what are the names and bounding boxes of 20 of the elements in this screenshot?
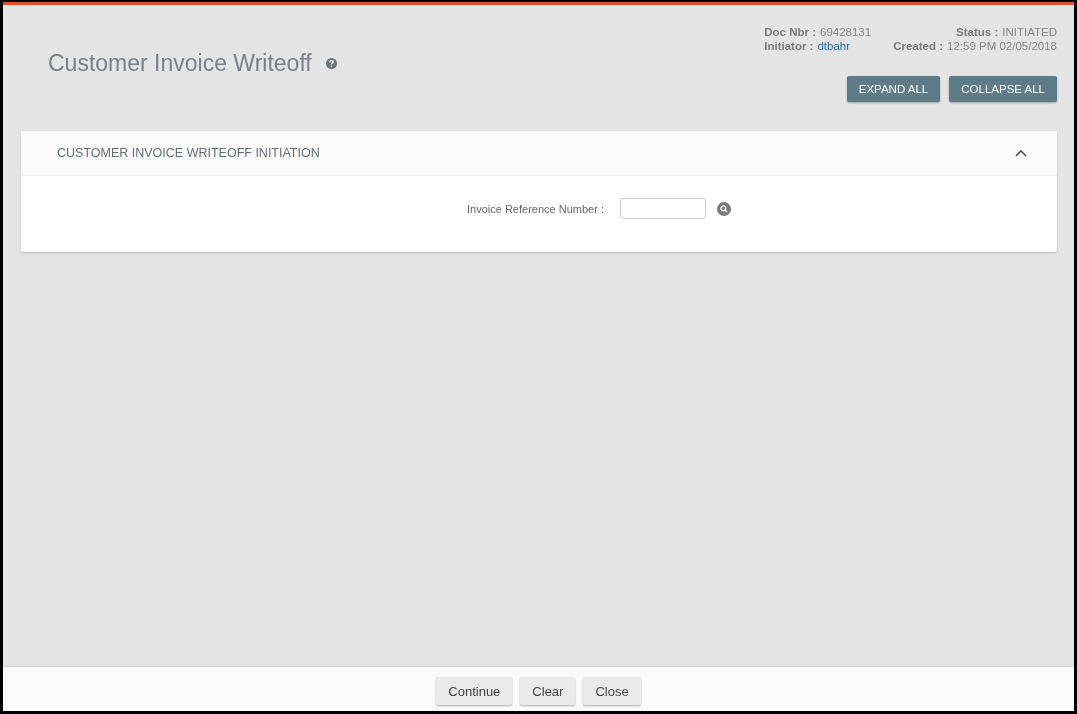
footer-button[interactable]: Continue xyxy=(436,677,513,705)
field-label: Invoice Reference Number : xyxy=(467,202,604,215)
info-value: 69428131 xyxy=(820,26,872,38)
footer-button[interactable]: Clear xyxy=(520,677,576,705)
section-title[interactable]: CUSTOMER INVOICE WRITEOFF INITIATION xyxy=(57,146,320,160)
toolbar-button[interactable]: COLLAPSE ALL xyxy=(949,76,1057,102)
toolbar-button[interactable]: EXPAND ALL xyxy=(846,76,941,102)
help-icon[interactable] xyxy=(325,57,337,69)
info-label: Initiator : xyxy=(764,40,814,52)
search-icon[interactable] xyxy=(716,201,731,216)
chevron-icon[interactable] xyxy=(1015,149,1027,157)
info-value: 12:59 PM 02/05/2018 xyxy=(947,40,1057,52)
info-label: Status : xyxy=(956,26,999,38)
initiator-link[interactable]: dtbahr xyxy=(817,40,851,52)
info-label: Doc Nbr : xyxy=(764,26,816,38)
info-label: Created : xyxy=(893,40,943,52)
footer-button[interactable]: Close xyxy=(583,677,641,705)
info-value: INITIATED xyxy=(1002,26,1057,38)
input-field[interactable] xyxy=(619,198,706,219)
page-title: Customer Invoice Writeoff xyxy=(48,49,312,77)
